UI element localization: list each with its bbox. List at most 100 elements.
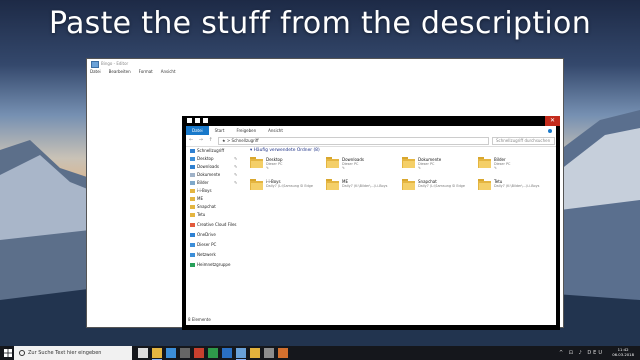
task-view-icon[interactable] [138, 348, 148, 358]
nav-item-netzwerk[interactable]: Netzwerk [190, 252, 216, 257]
search-input[interactable]: Schnellzugriff durchsuchen [492, 137, 555, 145]
folder-tile[interactable]: Tetu Daily7 (K:\Bilder\...\i-i-Boys [478, 178, 550, 196]
address-bar-row: ← → ↑ ★ > Schnellzugriff Schnellzugriff … [186, 135, 556, 147]
nav-item-label: Snapchat [197, 204, 216, 209]
nav-item-snapchat[interactable]: Snapchat [190, 204, 216, 209]
mountain-right-snow [560, 128, 640, 210]
app-icon-orange[interactable] [278, 348, 288, 358]
computer-icon [190, 242, 195, 247]
folder-icon [250, 157, 263, 168]
navigation-pane: Schnellzugriff Desktop ✎ Downloads ✎ Dokument… [186, 148, 244, 310]
folder-tile[interactable]: i-i-Boys Daily7 (L:\Samsung SI Edge [250, 178, 322, 196]
system-tray[interactable]: ^ ⊡ ♪ DEU [559, 350, 604, 356]
folder-tile[interactable]: Bilder Dieser PC ✎ [478, 156, 550, 174]
clock-date: 06.03.2018 [612, 352, 634, 357]
document-icon [190, 172, 195, 177]
nav-item-label: Dokumente [197, 172, 221, 177]
file-explorer-icon[interactable] [152, 348, 162, 360]
taskbar-search-text: Zur Suche Text hier eingeben [28, 350, 102, 356]
store-icon[interactable] [166, 348, 176, 358]
star-icon [190, 148, 195, 153]
network-icon [190, 252, 195, 257]
cloud-icon [190, 222, 195, 227]
folder-tile[interactable]: Desktop Dieser PC ✎ [250, 156, 322, 174]
nav-item-dokumente[interactable]: Dokumente ✎ [190, 172, 237, 177]
quick-access-folder-icon[interactable] [187, 118, 192, 123]
nav-item-label: Downloads [197, 164, 219, 169]
notepad-menubar: Datei Bearbeiten Format Ansicht [87, 68, 563, 76]
nav-item-me[interactable]: ME [190, 196, 203, 201]
nav-item-label: Creative Cloud Files [197, 222, 237, 227]
menu-format[interactable]: Format [139, 68, 153, 76]
tab-freigeben[interactable]: Freigeben [230, 126, 262, 135]
taskbar-search-box[interactable]: Zur Suche Text hier eingeben [14, 346, 132, 360]
folder-icon [478, 157, 491, 168]
folder-tile[interactable]: Snapchat Daily7 (L:\Samsung SI Edge [402, 178, 474, 196]
group-header-label: Häufig verwendete Ordner (8) [253, 148, 320, 153]
explorer-titlebar[interactable]: ✕ [182, 116, 560, 126]
nav-item-dieser-pc[interactable]: Dieser PC [190, 242, 216, 247]
cortana-icon [19, 350, 25, 356]
pin-icon: ✎ [234, 156, 238, 161]
folder-icon [190, 204, 195, 209]
pictures-icon [190, 180, 195, 185]
folder-icon [190, 212, 195, 217]
media-icon[interactable] [180, 348, 190, 358]
navigation-arrows[interactable]: ← → ↑ [189, 137, 215, 143]
nav-item-label: Tetu [197, 212, 206, 217]
notepad-icon [91, 61, 99, 68]
notepad-title: Bingo - Editor [101, 61, 129, 66]
menu-ansicht[interactable]: Ansicht [161, 68, 176, 76]
nav-item-tetu[interactable]: Tetu [190, 212, 205, 217]
pin-icon: ✎ [494, 166, 497, 170]
nav-item-label: Heimnetzgruppe [197, 262, 231, 267]
nav-item-label: i-i-Boys [197, 188, 212, 193]
file-explorer-window[interactable]: ✕ Datei Start Freigeben Ansicht ← → ↑ ★ … [182, 116, 560, 330]
notepad-taskbar-icon[interactable] [236, 348, 246, 360]
folder-tile[interactable]: ME Daily7 (K:\Bilder\...\i-i-Boys [326, 178, 398, 196]
folder-tile[interactable]: Downloads Dieser PC ✎ [326, 156, 398, 174]
quick-access-properties-icon[interactable] [195, 118, 200, 123]
pin-icon: ✎ [418, 166, 421, 170]
nav-item-label: Bilder [197, 180, 209, 185]
nav-item-i-i-boys[interactable]: i-i-Boys [190, 188, 212, 193]
address-bar[interactable]: ★ > Schnellzugriff [218, 137, 489, 145]
nav-item-desktop[interactable]: Desktop ✎ [190, 156, 237, 161]
app-icon-blue[interactable] [222, 348, 232, 358]
quick-access-view: ▾ Häufig verwendete Ordner (8) Desktop Di… [250, 148, 550, 313]
folder-icon [326, 157, 339, 168]
app-icon-red[interactable] [194, 348, 204, 358]
nav-item-creative-cloud-files[interactable]: Creative Cloud Files [190, 222, 237, 227]
tab-start[interactable]: Start [209, 126, 231, 135]
help-icon[interactable] [548, 128, 552, 133]
taskbar-clock[interactable]: 11:42 06.03.2018 [612, 347, 634, 357]
tab-ansicht[interactable]: Ansicht [262, 126, 289, 135]
notepad-titlebar[interactable]: Bingo - Editor [87, 59, 563, 68]
nav-item-label: Desktop [197, 156, 214, 161]
nav-item-schnellzugriff[interactable]: Schnellzugriff [190, 148, 224, 153]
close-button[interactable]: ✕ [545, 116, 560, 126]
folder-icon [250, 179, 263, 190]
folder-icon [190, 188, 195, 193]
ribbon-tabs: Datei Start Freigeben Ansicht [186, 126, 556, 135]
pin-icon: ✎ [342, 166, 345, 170]
app-icon-gray[interactable] [264, 348, 274, 358]
chrome-icon[interactable] [250, 348, 260, 358]
nav-item-label: Dieser PC [197, 242, 217, 247]
windows-start-icon[interactable] [4, 349, 12, 357]
pin-icon: ✎ [234, 180, 238, 185]
menu-datei[interactable]: Datei [90, 68, 101, 76]
nav-item-downloads[interactable]: Downloads ✎ [190, 164, 237, 169]
folder-icon [478, 179, 491, 190]
nav-item-onedrive[interactable]: OneDrive [190, 232, 216, 237]
quick-access-newfolder-icon[interactable] [203, 118, 208, 123]
folder-icon [402, 157, 415, 168]
frequent-folders-header[interactable]: ▾ Häufig verwendete Ordner (8) [250, 148, 320, 153]
folder-tile[interactable]: Dokumente Dieser PC ✎ [402, 156, 474, 174]
nav-item-bilder[interactable]: Bilder ✎ [190, 180, 237, 185]
menu-bearbeiten[interactable]: Bearbeiten [109, 68, 131, 76]
pin-icon: ✎ [266, 166, 269, 170]
nav-item-heimnetzgruppe[interactable]: Heimnetzgruppe [190, 262, 230, 267]
tab-datei[interactable]: Datei [186, 126, 209, 135]
app-icon-green[interactable] [208, 348, 218, 358]
